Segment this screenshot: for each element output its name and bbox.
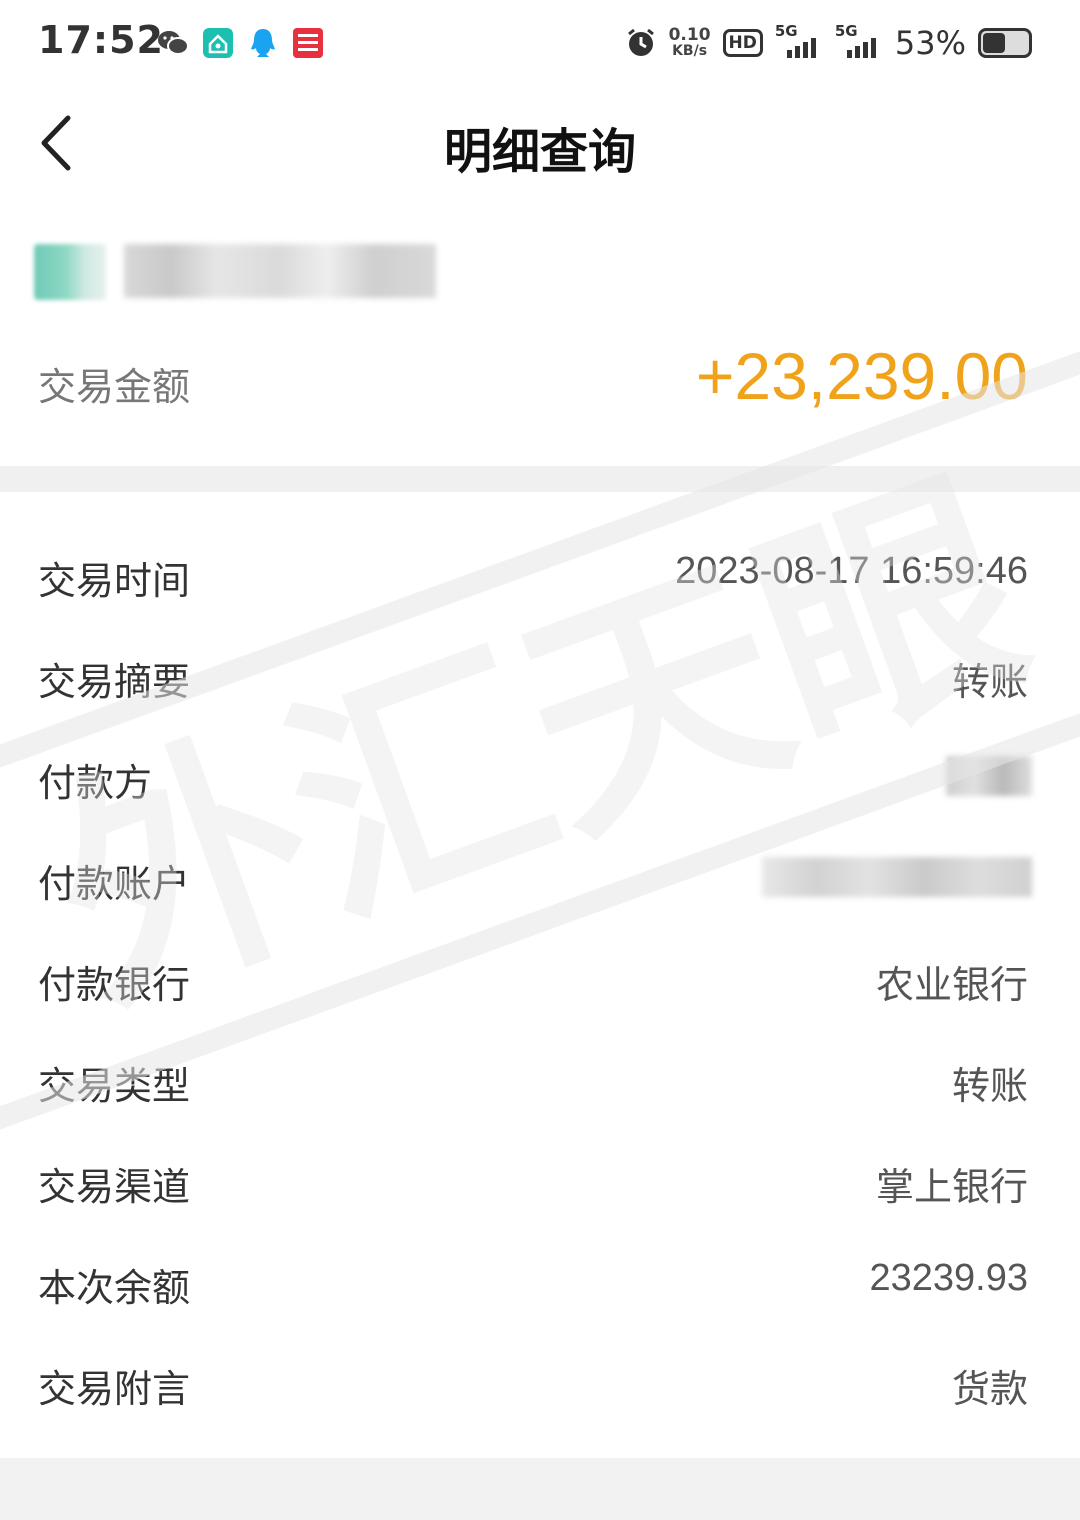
section-divider <box>0 466 1080 492</box>
detail-label: 本次余额 <box>38 1266 191 1310</box>
alarm-icon <box>627 28 654 56</box>
detail-label: 付款银行 <box>38 963 191 1007</box>
hd-badge: HD <box>722 29 763 57</box>
home-app-icon <box>203 28 233 58</box>
payer-name-masked <box>946 756 1032 796</box>
detail-row-bank: 付款银行 农业银行 <box>0 924 1080 1025</box>
detail-label: 交易时间 <box>38 559 191 603</box>
battery-icon <box>978 28 1032 58</box>
detail-row-payer-account: 付款账户 <box>0 823 1080 924</box>
signal-2-label: 5G <box>834 22 858 40</box>
detail-row-balance: 本次余额 23239.93 <box>0 1227 1080 1328</box>
account-avatar <box>34 244 106 300</box>
signal-2: 5G <box>835 22 883 58</box>
detail-row-type: 交易类型 转账 <box>0 1025 1080 1126</box>
network-speed: 0.10 KB/s <box>668 25 711 60</box>
red-app-icon <box>293 28 323 58</box>
detail-list: 交易时间 2023-08-17 16:59:46 交易摘要 转账 付款方 付款账… <box>0 520 1080 1429</box>
detail-value: 转账 <box>951 662 1028 704</box>
detail-row-payer: 付款方 <box>0 722 1080 823</box>
signal-1: 5G <box>775 22 823 58</box>
detail-label: 付款账户 <box>38 862 191 906</box>
bottom-area <box>0 1458 1080 1520</box>
detail-label: 交易类型 <box>38 1064 191 1108</box>
detail-value: 掌上银行 <box>875 1167 1028 1209</box>
detail-label: 交易摘要 <box>38 660 191 704</box>
detail-value: 转账 <box>951 1066 1028 1108</box>
amount-value: +23,239.00 <box>695 339 1028 413</box>
detail-label: 付款方 <box>38 761 153 805</box>
transaction-detail-page: 17:52 0.10 KB/s HD 5G 5G 53% 明细查询 交易金额 +… <box>0 0 1080 1520</box>
status-bar: 17:52 0.10 KB/s HD 5G 5G 53% <box>0 0 1080 86</box>
header: 明细查询 <box>0 86 1080 206</box>
status-right-group: 0.10 KB/s HD 5G 5G 53% <box>625 20 1032 66</box>
account-name-masked <box>124 244 436 298</box>
amount-label: 交易金额 <box>38 365 191 409</box>
detail-value: 货款 <box>951 1369 1028 1411</box>
battery-percent: 53% <box>894 24 966 62</box>
detail-label: 交易附言 <box>38 1367 191 1411</box>
detail-row-remark: 交易附言 货款 <box>0 1328 1080 1429</box>
detail-value: 2023-08-17 16:59:46 <box>675 550 1028 592</box>
detail-row-channel: 交易渠道 掌上银行 <box>0 1126 1080 1227</box>
network-speed-value: 0.10 <box>668 25 711 45</box>
page-title: 明细查询 <box>443 124 636 180</box>
signal-1-label: 5G <box>774 22 798 40</box>
status-time: 17:52 <box>38 18 164 62</box>
wechat-icon <box>158 31 189 55</box>
account-info <box>34 240 454 302</box>
detail-value: 23239.93 <box>869 1257 1029 1299</box>
payer-account-masked <box>762 857 1032 897</box>
detail-row-time: 交易时间 2023-08-17 16:59:46 <box>0 520 1080 621</box>
qq-icon <box>251 29 275 57</box>
detail-row-summary: 交易摘要 转账 <box>0 621 1080 722</box>
detail-value: 农业银行 <box>875 965 1028 1007</box>
amount-row: 交易金额 +23,239.00 <box>0 330 1080 440</box>
detail-label: 交易渠道 <box>38 1165 191 1209</box>
network-speed-unit: KB/s <box>672 43 708 59</box>
